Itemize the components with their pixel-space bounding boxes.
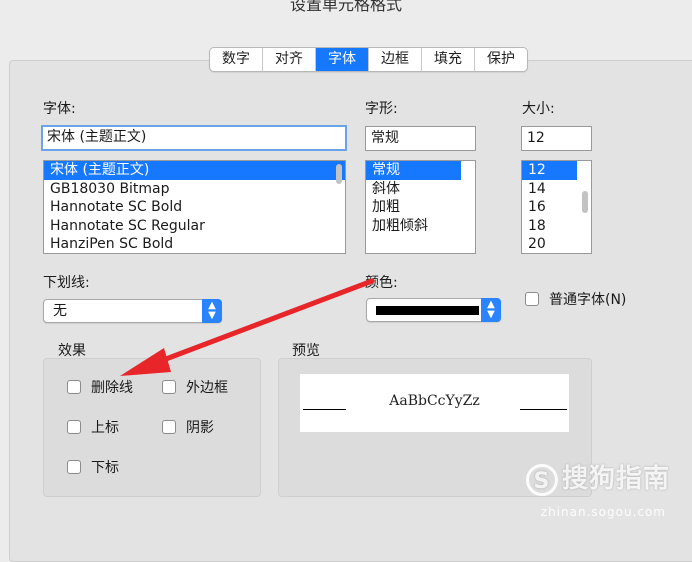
watermark: S 搜狗指南 [525,458,670,496]
watermark-brand: 搜狗指南 [561,464,670,494]
sogou-logo-icon: S [525,463,558,496]
watermark-url: zhinan.sogou.com [540,505,666,519]
